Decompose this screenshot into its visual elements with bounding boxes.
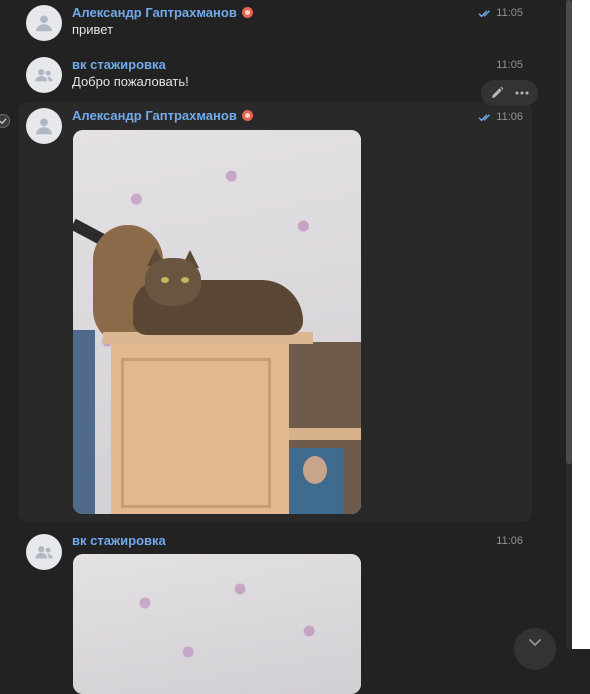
author-name: Александр Гаптрахманов <box>72 5 237 20</box>
message-1[interactable]: Александр Гаптрахманов привет 11:05 <box>18 0 532 48</box>
chevron-down-icon <box>528 638 542 647</box>
photo-cat-eye <box>181 277 189 283</box>
message-text: Добро пожаловать! <box>72 74 189 89</box>
message-actions <box>481 80 538 106</box>
message-author[interactable]: Александр Гаптрахманов <box>72 5 253 20</box>
message-author[interactable]: вк стажировка <box>72 533 166 548</box>
avatar[interactable] <box>26 5 62 41</box>
edit-button[interactable] <box>486 82 508 104</box>
message-3[interactable]: Александр Гаптрахманов 11:06 <box>18 102 532 522</box>
message-time-area: 11:05 <box>478 7 523 19</box>
message-time-area: 11:06 <box>478 111 523 123</box>
status-emoji-icon <box>241 110 253 121</box>
select-message-checkbox[interactable] <box>0 114 10 128</box>
message-time: 11:05 <box>496 7 523 19</box>
avatar[interactable] <box>26 534 62 570</box>
check-icon <box>0 118 7 125</box>
message-4[interactable]: вк стажировка 11:06 <box>18 527 532 694</box>
photo-cat-head <box>145 258 201 306</box>
group-icon <box>35 546 53 559</box>
chat-history: Александр Гаптрахманов привет 11:05 вк с… <box>0 0 566 694</box>
message-time: 11:05 <box>496 59 523 71</box>
message-text: привет <box>72 22 114 37</box>
message-time: 11:06 <box>496 535 523 547</box>
photo-wall <box>73 554 361 694</box>
read-check-icon <box>478 113 493 122</box>
photo-attachment[interactable] <box>73 554 361 694</box>
status-emoji-icon <box>241 7 253 18</box>
window-edge <box>572 0 590 649</box>
more-dots-icon <box>515 91 529 95</box>
photo-shelf-board <box>289 428 361 440</box>
more-button[interactable] <box>511 82 533 104</box>
message-time: 11:06 <box>496 111 523 123</box>
message-time-area: 11:06 <box>496 535 523 547</box>
photo-frame <box>73 330 95 514</box>
message-time-area: 11:05 <box>496 59 523 71</box>
message-author[interactable]: вк стажировка <box>72 57 166 72</box>
avatar[interactable] <box>26 108 62 144</box>
photo-cat-eye <box>161 277 169 283</box>
author-name: Александр Гаптрахманов <box>72 108 237 123</box>
pencil-icon <box>492 86 504 98</box>
message-author[interactable]: Александр Гаптрахманов <box>72 108 253 123</box>
group-icon <box>35 69 53 82</box>
scroll-to-bottom-button[interactable] <box>514 628 556 670</box>
read-check-icon <box>478 9 493 18</box>
photo-cabinet-panel <box>121 358 271 508</box>
user-icon <box>36 15 52 32</box>
photo-poster-face <box>303 456 327 484</box>
photo-attachment[interactable] <box>73 130 361 514</box>
avatar[interactable] <box>26 57 62 93</box>
user-icon <box>36 118 52 135</box>
message-2[interactable]: вк стажировка Добро пожаловать! 11:05 <box>18 52 532 98</box>
